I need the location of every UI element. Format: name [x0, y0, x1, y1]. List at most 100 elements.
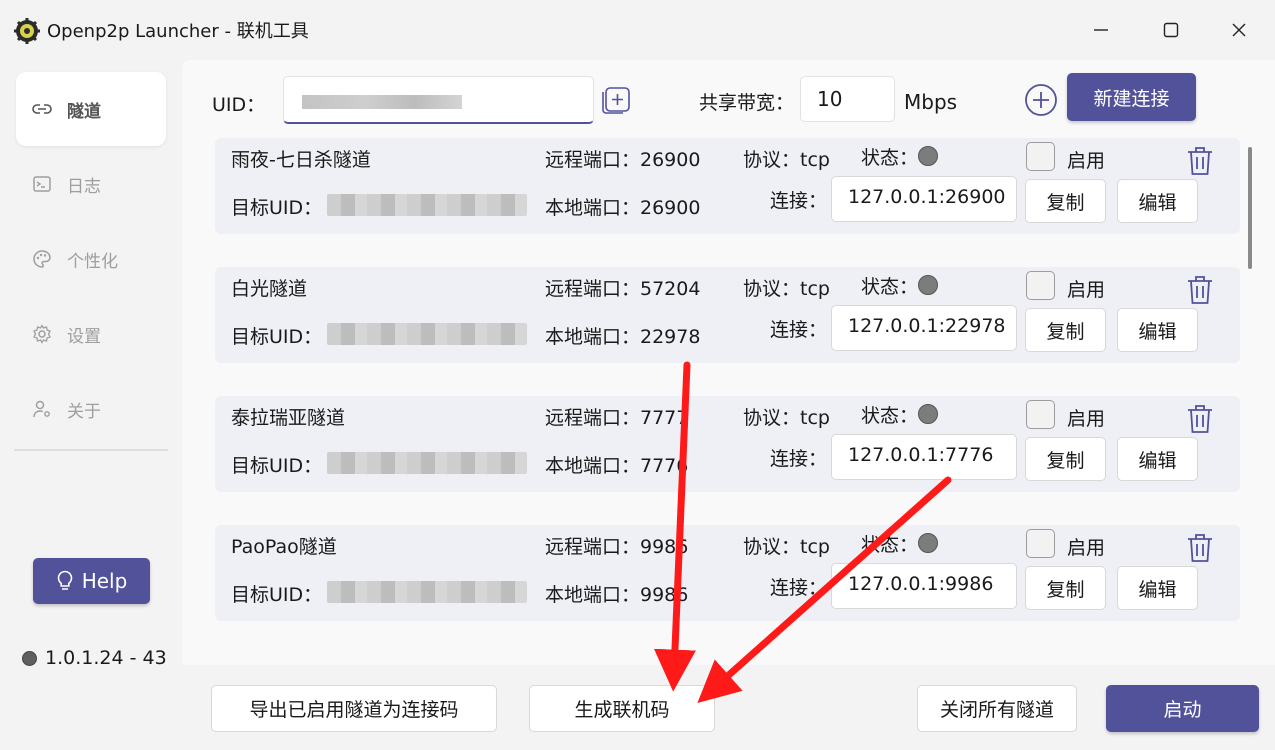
remote-port: 远程端口：9986 [545, 536, 689, 558]
minimize-icon [1094, 29, 1108, 31]
tunnel-card: 泰拉瑞亚隧道 目标UID： 远程端口：7777 本地端口：7776 协议：tcp… [215, 396, 1240, 492]
local-port: 本地端口：7776 [545, 455, 689, 477]
target-uid-label: 目标UID： [231, 326, 323, 348]
delete-icon[interactable] [1185, 274, 1215, 306]
new-connection-button[interactable]: 新建连接 [1067, 73, 1196, 121]
help-label: Help [81, 569, 128, 593]
uid-input[interactable] [283, 76, 594, 124]
tunnel-name: 雨夜-七日杀隧道 [231, 149, 371, 171]
title-bar: Openp2p Launcher - 联机工具 [0, 0, 1275, 60]
status-dot [918, 275, 938, 295]
status-dot [918, 404, 938, 424]
connection-address[interactable]: 127.0.0.1:7776 [831, 434, 1017, 480]
copy-button[interactable]: 复制 [1025, 566, 1106, 610]
delete-icon[interactable] [1185, 403, 1215, 435]
target-uid-redacted [327, 194, 527, 216]
generate-code-button[interactable]: 生成联机码 [529, 685, 715, 732]
sidebar-item-personalize[interactable]: 个性化 [16, 222, 166, 296]
status-dot [918, 146, 938, 166]
local-port: 本地端口：22978 [545, 326, 701, 348]
lightbulb-icon [57, 570, 73, 590]
status-label: 状态： [861, 534, 919, 556]
protocol: 协议：tcp [743, 536, 830, 558]
bandwidth-label: 共享带宽： [699, 92, 795, 114]
local-port: 本地端口：9986 [545, 584, 689, 606]
version-label: 1.0.1.24 - 43 [45, 647, 167, 669]
status-label: 状态： [861, 147, 919, 169]
remote-port: 远程端口：57204 [545, 278, 701, 300]
sidebar-item-label: 隧道 [67, 102, 101, 122]
remote-port: 远程端口：26900 [545, 149, 701, 171]
copy-button[interactable]: 复制 [1025, 179, 1106, 223]
connection-address[interactable]: 127.0.0.1:26900 [831, 176, 1017, 222]
target-uid-redacted [327, 452, 527, 474]
terminal-icon [33, 176, 51, 192]
delete-icon[interactable] [1185, 532, 1215, 564]
protocol: 协议：tcp [743, 407, 830, 429]
edit-button[interactable]: 编辑 [1117, 566, 1198, 610]
uid-redacted [302, 95, 462, 109]
maximize-button[interactable] [1148, 12, 1194, 48]
add-icon[interactable] [1024, 83, 1058, 117]
connection-label: 连接： [770, 319, 828, 341]
start-button[interactable]: 启动 [1106, 685, 1259, 732]
remote-port: 远程端口：7777 [545, 407, 689, 429]
version-info: 1.0.1.24 - 43 [22, 647, 167, 669]
window-title: Openp2p Launcher - 联机工具 [47, 21, 309, 42]
palette-icon [33, 250, 51, 268]
bandwidth-input[interactable]: 10 [800, 76, 895, 122]
tunnel-name: PaoPao隧道 [231, 536, 337, 558]
help-button[interactable]: Help [33, 558, 150, 604]
edit-button[interactable]: 编辑 [1117, 179, 1198, 223]
tunnel-name: 白光隧道 [231, 278, 308, 300]
copy-button[interactable]: 复制 [1025, 437, 1106, 481]
tunnel-card: PaoPao隧道 目标UID： 远程端口：9986 本地端口：9986 协议：t… [215, 525, 1240, 621]
copy-uid-icon[interactable] [601, 86, 631, 114]
edit-button[interactable]: 编辑 [1117, 308, 1198, 352]
connection-address[interactable]: 127.0.0.1:22978 [831, 305, 1017, 351]
sidebar-item-label: 个性化 [67, 252, 118, 272]
tunnel-card: 白光隧道 目标UID： 远程端口：57204 本地端口：22978 协议：tcp… [215, 267, 1240, 363]
sidebar-item-label: 关于 [67, 402, 101, 422]
enable-checkbox[interactable] [1026, 271, 1055, 300]
status-label: 状态： [861, 405, 919, 427]
sidebar-item-label: 设置 [67, 327, 101, 347]
uid-label: UID： [212, 94, 266, 116]
connection-label: 连接： [770, 577, 828, 599]
sidebar-item-about[interactable]: 关于 [16, 372, 166, 446]
target-uid-label: 目标UID： [231, 197, 323, 219]
enable-checkbox[interactable] [1026, 400, 1055, 429]
close-all-tunnels-button[interactable]: 关闭所有隧道 [917, 685, 1077, 732]
link-icon [32, 104, 52, 114]
bandwidth-unit: Mbps [904, 90, 958, 114]
export-enabled-tunnels-button[interactable]: 导出已启用隧道为连接码 [211, 685, 497, 732]
minimize-button[interactable] [1078, 12, 1124, 48]
close-button[interactable] [1216, 12, 1262, 48]
enable-checkbox[interactable] [1026, 529, 1055, 558]
tunnel-card: 雨夜-七日杀隧道 目标UID： 远程端口：26900 本地端口：26900 协议… [215, 138, 1240, 234]
maximize-icon [1163, 22, 1179, 38]
user-gear-icon [33, 400, 50, 418]
app-logo-icon [14, 18, 40, 44]
connection-status-dot [22, 650, 37, 666]
target-uid-redacted [327, 323, 527, 345]
copy-button[interactable]: 复制 [1025, 308, 1106, 352]
tunnel-name: 泰拉瑞亚隧道 [231, 407, 346, 429]
protocol: 协议：tcp [743, 149, 830, 171]
sidebar-item-tunnels[interactable]: 隧道 [16, 72, 166, 146]
sidebar-item-settings[interactable]: 设置 [16, 297, 166, 371]
sidebar-item-logs[interactable]: 日志 [16, 147, 166, 221]
edit-button[interactable]: 编辑 [1117, 437, 1198, 481]
target-uid-label: 目标UID： [231, 584, 323, 606]
delete-icon[interactable] [1185, 145, 1215, 177]
enable-label: 启用 [1067, 150, 1106, 172]
close-icon [1232, 23, 1246, 37]
tunnel-list-scrollbar[interactable] [1248, 147, 1252, 269]
enable-checkbox[interactable] [1026, 142, 1055, 171]
local-port: 本地端口：26900 [545, 197, 701, 219]
connection-address[interactable]: 127.0.0.1:9986 [831, 563, 1017, 609]
sidebar-divider [14, 449, 168, 451]
connection-label: 连接： [770, 448, 828, 470]
enable-label: 启用 [1067, 279, 1106, 301]
protocol: 协议：tcp [743, 278, 830, 300]
